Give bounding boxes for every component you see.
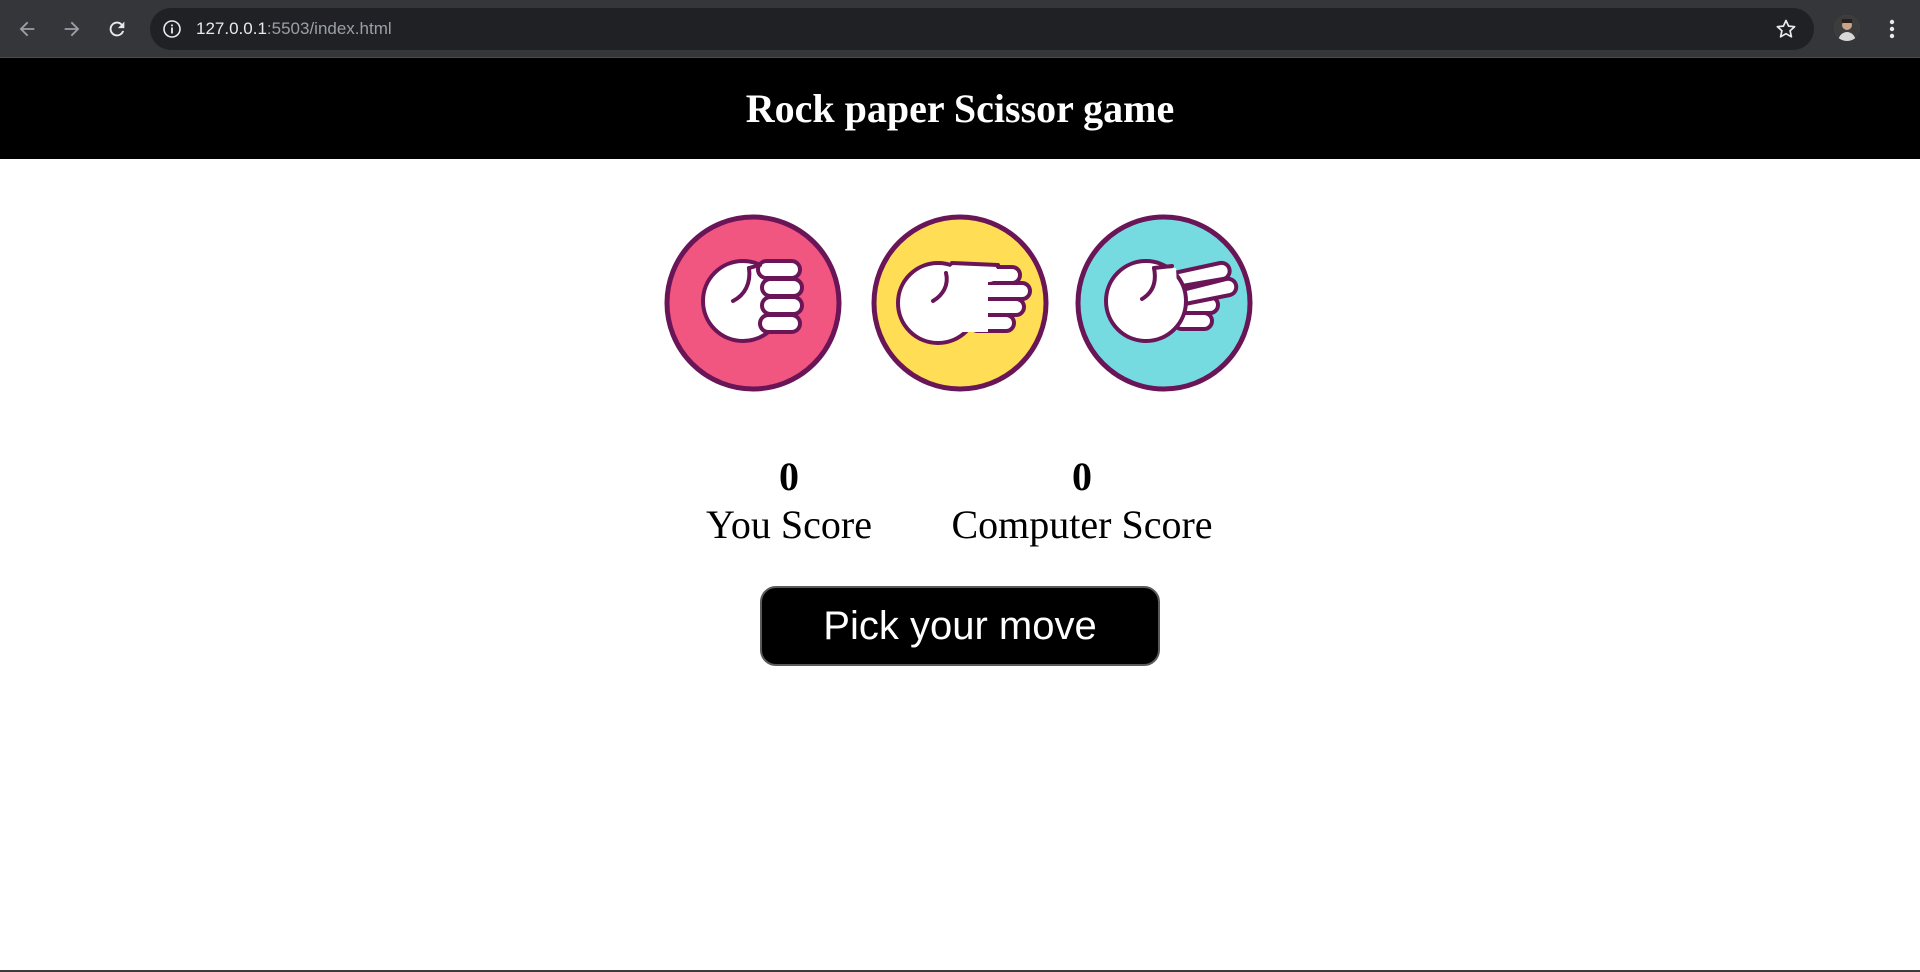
browser-toolbar: 127.0.0.1:5503/index.html [0,0,1920,58]
rock-choice-button[interactable] [663,213,843,393]
star-icon[interactable] [1774,17,1798,41]
url-text[interactable]: 127.0.0.1:5503/index.html [196,19,392,39]
url-path: :5503/index.html [266,19,392,38]
back-arrow-icon[interactable] [12,14,42,44]
reload-icon[interactable] [102,14,132,44]
kebab-menu-icon[interactable] [1880,14,1904,44]
paper-hand-icon [896,261,1032,345]
rock-hand-icon [701,259,804,343]
header-bar: Rock paper Scissor game [0,58,1920,159]
page-title: Rock paper Scissor game [745,86,1175,131]
page-content: Rock paper Scissor game 0 You Score 0 Co… [0,58,1920,970]
paper-choice-button[interactable] [870,213,1050,393]
computer-score: 0 Computer Score [932,453,1232,549]
user-score-value: 0 [779,454,799,499]
info-icon[interactable] [162,19,182,39]
url-host: 127.0.0.1 [196,19,267,38]
forward-arrow-icon[interactable] [57,14,87,44]
computer-score-value: 0 [1072,454,1092,499]
address-bar[interactable]: 127.0.0.1:5503/index.html [150,8,1814,50]
computer-score-label: Computer Score [951,502,1213,547]
message-button[interactable]: Pick your move [760,586,1160,666]
scissors-choice-button[interactable] [1074,213,1254,393]
profile-avatar[interactable] [1834,15,1860,41]
user-score: 0 You Score [689,453,889,549]
user-score-label: You Score [706,502,872,547]
